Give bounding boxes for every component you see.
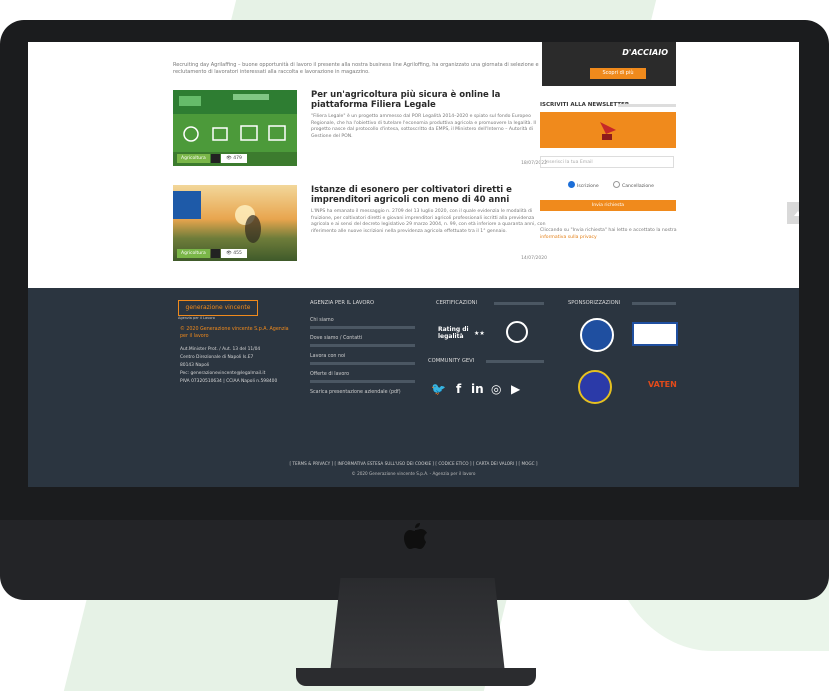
footer-link[interactable]: Chi siamo	[310, 318, 334, 323]
category-tag[interactable]: Agricoltura	[177, 154, 210, 163]
post-card[interactable]: Agricoltura 👁 455 Istanze di esonero per…	[173, 185, 555, 263]
promo-banner[interactable]: D'ACCIAIO Scopri di più	[542, 42, 676, 86]
link-divider	[310, 362, 415, 365]
legal-links[interactable]: [ TERMS & PRIVACY ] [ INFORMATIVA ESTESA…	[28, 461, 799, 466]
link-divider	[310, 326, 415, 329]
radio-checked-icon	[568, 181, 575, 188]
address-line: 80143 Napoli	[180, 363, 210, 368]
monitor-stand	[330, 578, 505, 673]
post-excerpt: L'INPS ha emanato il messaggio n. 2709 d…	[311, 209, 546, 234]
radio-subscribe[interactable]: Iscrizione	[568, 181, 599, 189]
promo-text: D'ACCIAIO	[622, 48, 668, 57]
instagram-icon[interactable]: ◎	[491, 382, 501, 396]
privacy-note-text: Cliccando su "Invia richiesta" hai letto…	[540, 228, 677, 233]
radio-label: Cancellazione	[622, 184, 654, 189]
footer-logo[interactable]: generazione vincente	[178, 300, 258, 316]
post-title[interactable]: Istanze di esonero per coltivatori diret…	[311, 185, 551, 205]
company-info: Aut.Minister Prot. / Aut. 13 del 11/04 C…	[180, 346, 290, 386]
views-count: 👁 455	[221, 249, 247, 258]
community-heading: COMMUNITY GEVI	[428, 358, 475, 364]
imac-monitor: Recruiting day Agrilaffing – buone oppor…	[0, 20, 829, 600]
page-content: Recruiting day Agrilaffing – buone oppor…	[28, 42, 799, 487]
intro-text: Recruiting day Agrilaffing – buone oppor…	[173, 62, 539, 75]
views-count: 👁 479	[221, 154, 247, 163]
heading-divider	[486, 360, 544, 363]
rating-line: Rating di	[438, 326, 469, 333]
cert-heading: CERTIFICAZIONI	[436, 300, 478, 306]
link-divider	[310, 380, 415, 383]
discover-button[interactable]: Scopri di più	[590, 68, 646, 79]
sponsor-logo-shield[interactable]	[578, 370, 612, 404]
newsletter-heading: ISCRIVITI ALLA NEWSLETTER	[540, 102, 630, 108]
footer-link[interactable]: Lavora con noi	[310, 354, 345, 359]
rating-legalita: Rating di legalità	[438, 326, 469, 340]
category-tag[interactable]: Agricoltura	[177, 249, 210, 258]
category-icon	[211, 249, 220, 258]
heading-divider	[494, 302, 544, 305]
address-line: Centro Direzionale di Napoli Is.E7	[180, 355, 254, 360]
site-footer: generazione vincente Agenzia per il Lavo…	[28, 288, 799, 487]
apple-logo-icon	[404, 523, 427, 549]
radio-unchecked-icon	[613, 181, 620, 188]
scroll-to-top-button[interactable]	[787, 202, 799, 224]
rating-line: legalità	[438, 333, 464, 340]
facebook-icon[interactable]: f	[456, 382, 461, 396]
logo-subtitle: Agenzia per il Lavoro	[178, 316, 215, 320]
agency-heading: AGENZIA PER IL LAVORO	[310, 300, 375, 306]
company-name: © 2020 Generazione vincente S.p.A. Agenz…	[180, 327, 289, 339]
post-title[interactable]: Per un'agricoltura più sicura è online l…	[311, 90, 551, 110]
views-value: 479	[233, 156, 242, 161]
sponsor-heading: SPONSORIZZAZIONI	[568, 300, 621, 306]
privacy-link[interactable]: informativa sulla privacy	[540, 235, 597, 240]
submit-request-button[interactable]: Invia richiesta	[540, 200, 676, 211]
post-thumbnail[interactable]: Agricoltura 👁 455	[173, 185, 297, 261]
youtube-icon[interactable]: ▶	[511, 382, 520, 396]
radio-unsubscribe[interactable]: Cancellazione	[613, 181, 654, 189]
address-line: PIVA 07320510634 | CCIAA Napoli n.598400	[180, 379, 278, 384]
sponsor-logo-kommerling[interactable]	[632, 322, 678, 346]
views-value: 455	[233, 251, 242, 256]
footer-link[interactable]: Offerte di lavoro	[310, 372, 349, 377]
post-excerpt: "Filiera Legale" è un progetto ammesso d…	[311, 114, 537, 139]
footer-link[interactable]: Dove siamo / Contatti	[310, 336, 362, 341]
footer-link[interactable]: Scarica presentazione aziendale (pdf)	[310, 390, 401, 395]
twitter-icon[interactable]: 🐦	[431, 382, 446, 396]
certification-seal-icon	[506, 321, 528, 343]
monitor-base	[296, 668, 536, 686]
privacy-note: Cliccando su "Invia richiesta" hai letto…	[540, 228, 678, 241]
sponsor-logo-rugby[interactable]	[580, 318, 614, 352]
post-date: 14/07/2020	[521, 256, 547, 261]
website-screen: Recruiting day Agrilaffing – buone oppor…	[28, 42, 799, 487]
sponsor-logo-vaten[interactable]: VATEN	[648, 380, 677, 389]
link-divider	[310, 344, 415, 347]
address-line: Pec: generazionevincente@legalmail.it	[180, 371, 266, 376]
radio-label: Iscrizione	[577, 184, 599, 189]
post-thumbnail[interactable]: Agricoltura 👁 479	[173, 90, 297, 166]
address-line: Aut.Minister Prot. / Aut. 13 del 11/04	[180, 347, 261, 352]
copyright: © 2020 Generazione vincente S.p.A. - Age…	[351, 471, 476, 476]
email-field[interactable]: Inserisci la tua Email	[540, 156, 674, 168]
newsletter-icon	[600, 122, 616, 140]
category-icon	[211, 154, 220, 163]
heading-divider	[618, 104, 676, 107]
heading-divider	[632, 302, 676, 305]
post-card[interactable]: Agricoltura 👁 479 Per un'agricoltura più…	[173, 90, 555, 168]
newsletter-image	[540, 112, 676, 148]
rating-stars: ★★	[474, 330, 485, 337]
linkedin-icon[interactable]: in	[471, 382, 484, 396]
